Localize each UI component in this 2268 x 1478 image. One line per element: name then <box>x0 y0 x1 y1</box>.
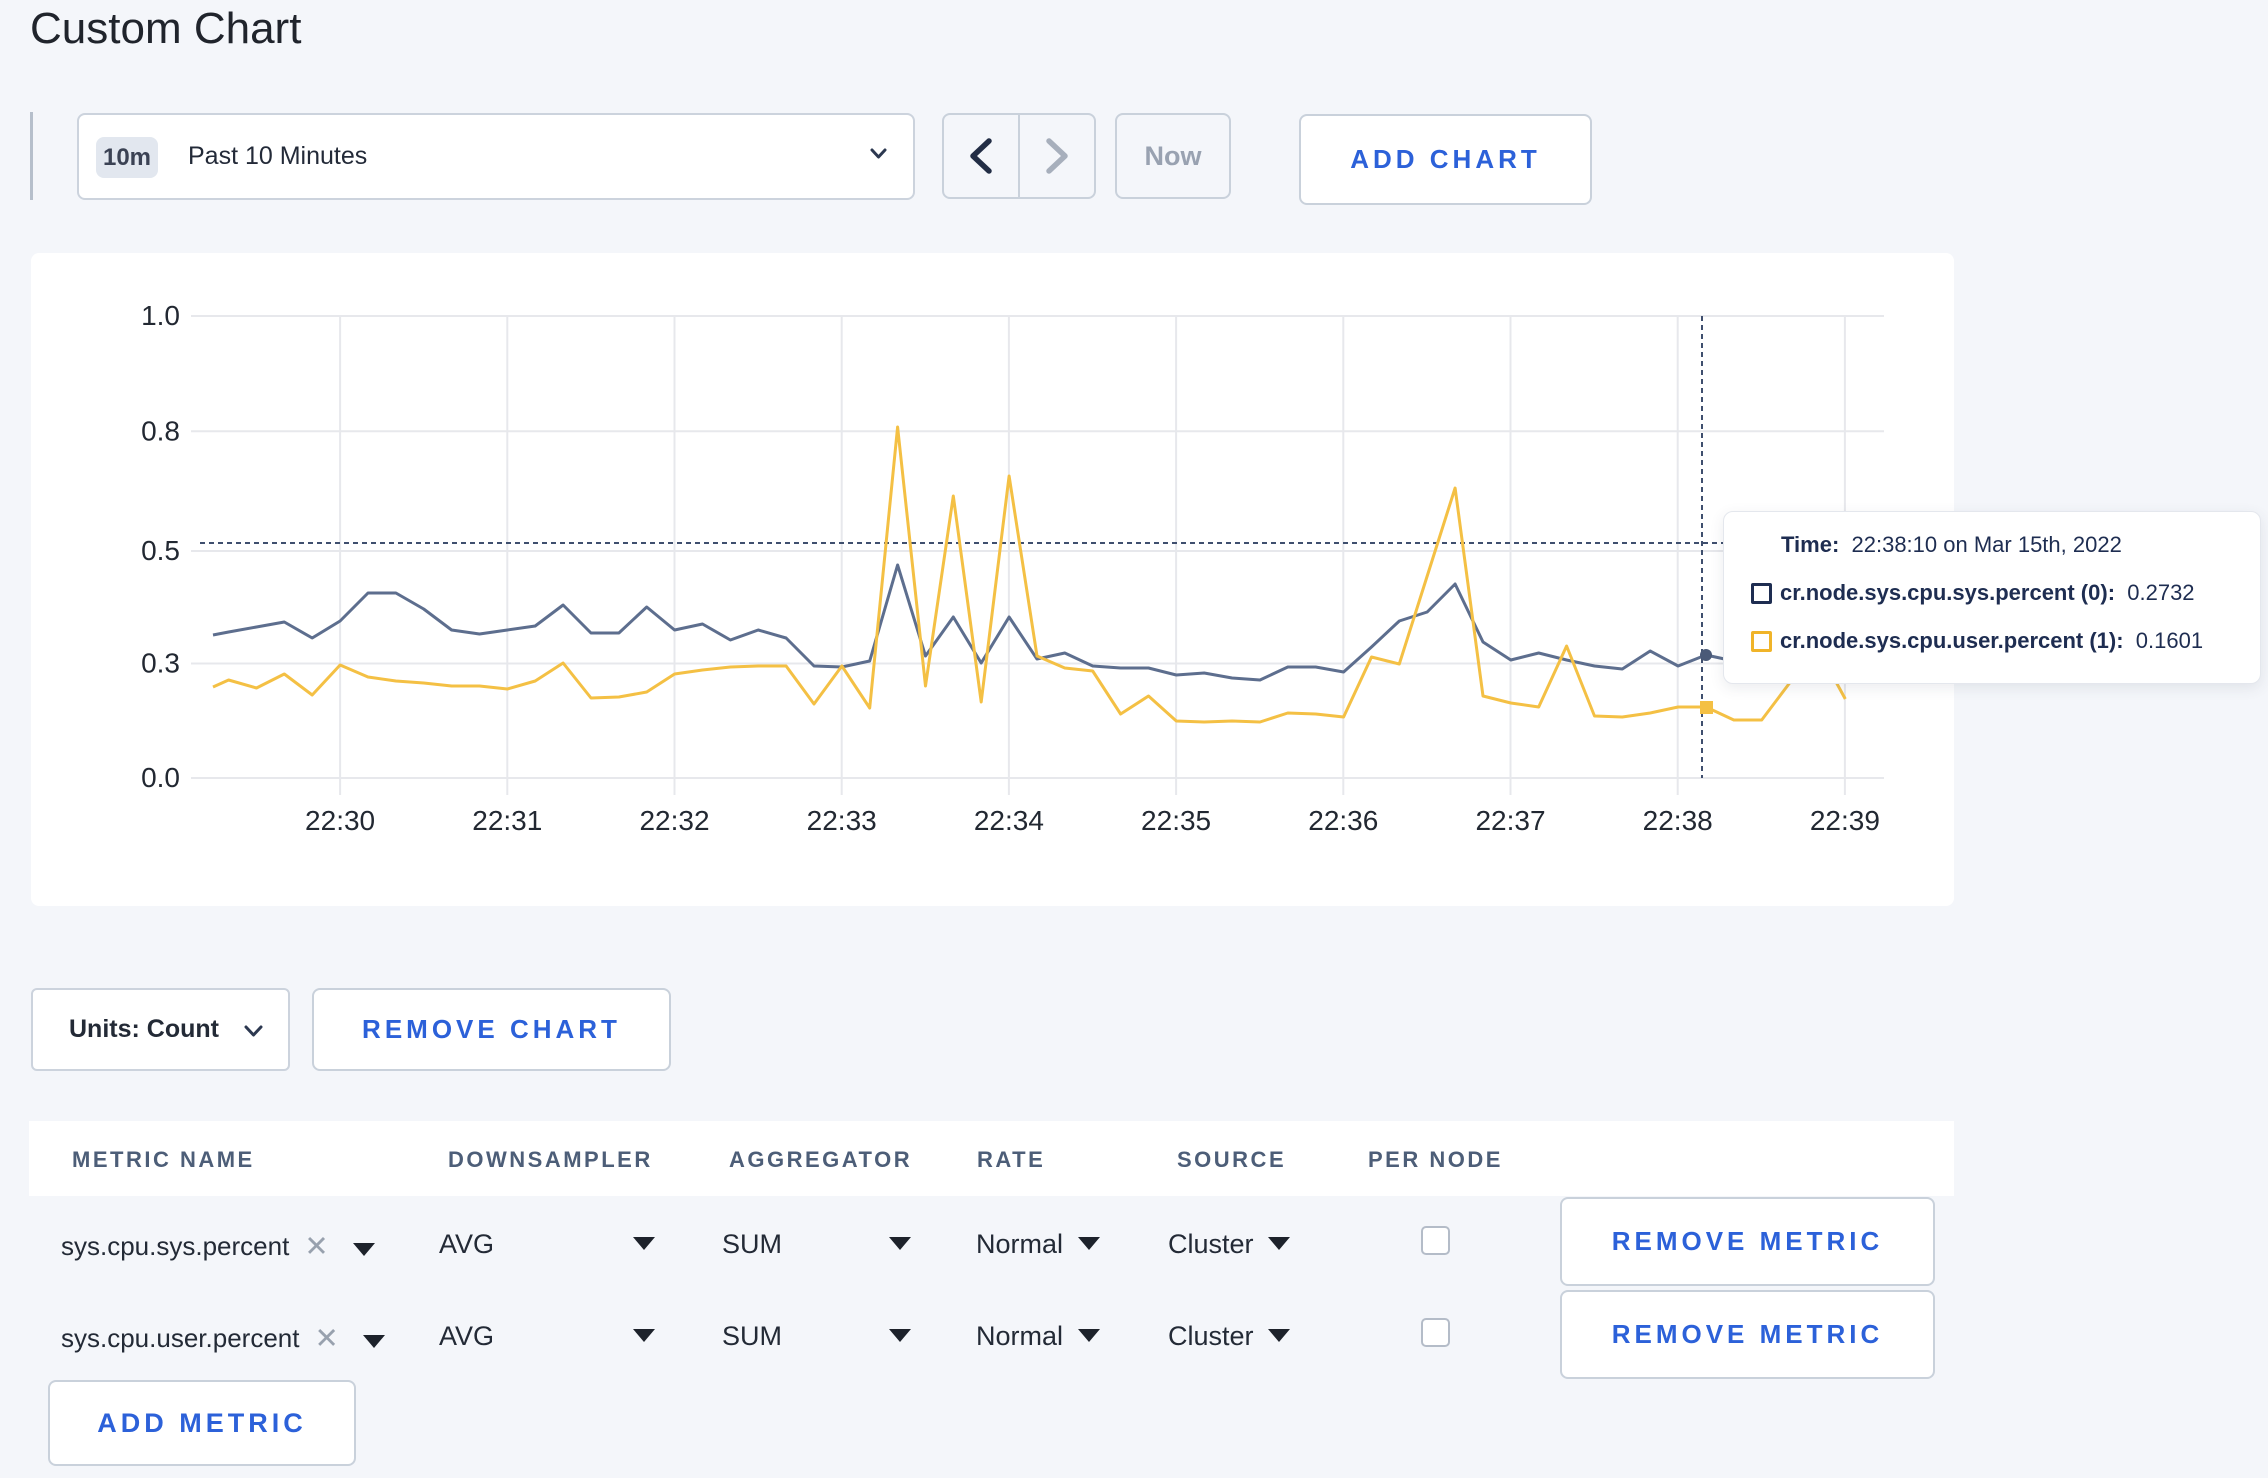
svg-text:1.0: 1.0 <box>141 300 180 331</box>
svg-text:0.8: 0.8 <box>141 415 180 446</box>
svg-text:22:34: 22:34 <box>974 805 1044 836</box>
svg-text:22:31: 22:31 <box>472 805 542 836</box>
svg-text:22:38: 22:38 <box>1643 805 1713 836</box>
svg-text:22:30: 22:30 <box>305 805 375 836</box>
svg-text:22:36: 22:36 <box>1308 805 1378 836</box>
svg-text:0.5: 0.5 <box>141 535 180 566</box>
svg-text:22:39: 22:39 <box>1810 805 1880 836</box>
svg-text:0.3: 0.3 <box>141 648 180 679</box>
svg-text:22:33: 22:33 <box>807 805 877 836</box>
svg-text:22:32: 22:32 <box>639 805 709 836</box>
svg-text:0.0: 0.0 <box>141 762 180 793</box>
svg-text:22:35: 22:35 <box>1141 805 1211 836</box>
svg-text:22:37: 22:37 <box>1475 805 1545 836</box>
